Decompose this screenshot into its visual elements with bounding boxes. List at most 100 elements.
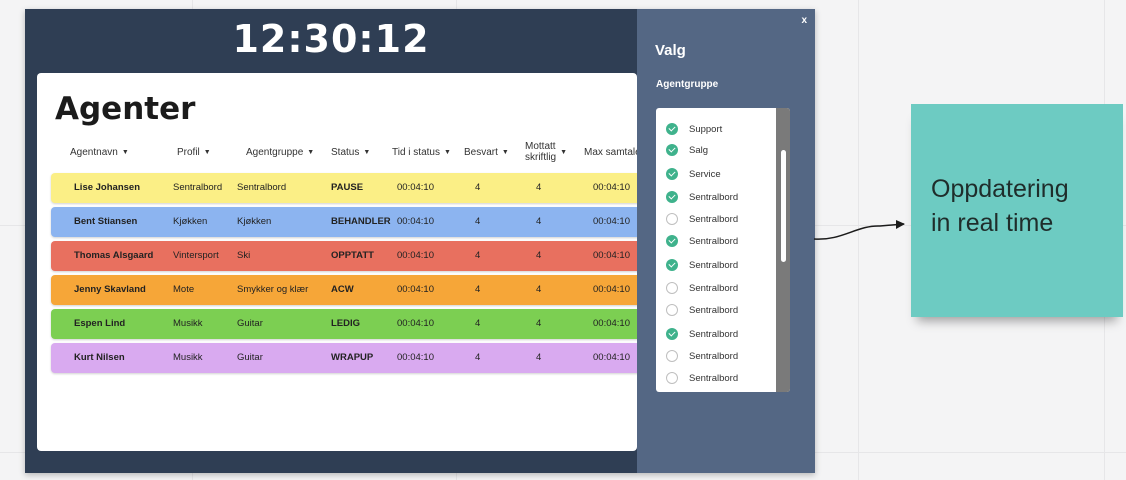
caret-down-icon[interactable]: ▼	[363, 149, 370, 156]
option-label: Sentralbord	[689, 191, 739, 203]
caret-down-icon[interactable]: ▼	[307, 149, 314, 156]
cell-profil: Sentralbord	[173, 182, 223, 193]
table-row[interactable]: Kurt Nilsen Musikk Guitar WRAPUP 00:04:10 4 4 0…	[51, 343, 637, 373]
cell-tid: 00:04:10	[397, 318, 434, 329]
column-header-label: Profil	[177, 146, 200, 158]
empty-circle-icon[interactable]	[666, 213, 678, 225]
agentgroup-option[interactable]: Sentralbord	[666, 211, 738, 227]
check-circle-icon[interactable]	[666, 144, 678, 156]
empty-circle-icon[interactable]	[666, 304, 678, 316]
cell-tid: 00:04:10	[397, 284, 434, 295]
option-label: Sentralbord	[689, 282, 739, 294]
agentgroup-option[interactable]: Sentralbord	[666, 348, 738, 364]
check-circle-icon[interactable]	[666, 328, 678, 340]
cell-status: BEHANDLER	[331, 216, 391, 227]
column-header[interactable]: Mottatt skriftlig ▼	[525, 135, 567, 169]
column-header-label: Status	[331, 146, 360, 158]
column-header[interactable]: Tid i status ▼	[392, 135, 451, 169]
cell-mottatt: 4	[536, 318, 542, 329]
agentgroup-option[interactable]: Sentralbord	[666, 370, 738, 386]
agentgroup-option[interactable]: Support	[666, 121, 722, 137]
table-row[interactable]: Espen Lind Musikk Guitar LEDIG 00:04:10 4 4 00:…	[51, 309, 637, 339]
option-label: Sentralbord	[689, 259, 739, 271]
cell-status: ACW	[331, 284, 354, 295]
cell-profil: Musikk	[173, 352, 203, 363]
cell-besvart: 4	[475, 216, 481, 227]
column-header[interactable]: Profil ▼	[177, 135, 211, 169]
caret-down-icon[interactable]: ▼	[204, 149, 211, 156]
agentgroup-option[interactable]: Sentralbord	[666, 257, 738, 273]
panel-title: Valg	[655, 42, 686, 59]
agentgroup-option[interactable]: Sentralbord	[666, 189, 738, 205]
cell-gruppe: Smykker og klær	[237, 284, 309, 295]
agentgroup-option[interactable]: Salg	[666, 142, 708, 158]
table-row[interactable]: Thomas Alsgaard Vintersport Ski OPPTATT 00:0…	[51, 241, 637, 271]
option-label: Sentralbord	[689, 213, 739, 225]
sticky-note[interactable]: Oppdatering in real time	[911, 104, 1123, 317]
cell-max: 00:04:10	[593, 352, 630, 363]
empty-circle-icon[interactable]	[666, 350, 678, 362]
cell-name: Bent Stiansen	[74, 216, 138, 227]
caret-down-icon[interactable]: ▼	[502, 149, 509, 156]
column-header-label: Agentgruppe	[246, 146, 304, 158]
options-panel: x Valg Agentgruppe Support Salg Service Sen…	[637, 9, 815, 473]
cell-besvart: 4	[475, 352, 481, 363]
scrollbar-thumb[interactable]	[781, 150, 786, 262]
option-label: Sentralbord	[689, 235, 739, 247]
agentgroup-option[interactable]: Sentralbord	[666, 326, 738, 342]
cell-mottatt: 4	[536, 284, 542, 295]
sticky-note-text: Oppdatering in real time	[931, 175, 1069, 237]
table-row[interactable]: Lise Johansen Sentralbord Sentralbord PAUSE…	[51, 173, 637, 203]
cell-name: Lise Johansen	[74, 182, 140, 193]
cell-tid: 00:04:10	[397, 250, 434, 261]
panel-subtitle: Agentgruppe	[656, 79, 719, 90]
table-row[interactable]: Bent Stiansen Kjøkken Kjøkken BEHANDLER 00:0…	[51, 207, 637, 237]
caret-down-icon[interactable]: ▼	[560, 149, 567, 156]
option-label: Service	[689, 168, 721, 180]
clock-display: 12:30:12	[232, 17, 430, 61]
cell-gruppe: Kjøkken	[237, 216, 272, 227]
column-header: Max samtaletid	[584, 135, 637, 169]
cell-gruppe: Ski	[237, 250, 251, 261]
caret-down-icon[interactable]: ▼	[122, 149, 129, 156]
column-header[interactable]: Status ▼	[331, 135, 370, 169]
check-circle-icon[interactable]	[666, 123, 678, 135]
option-label: Sentralbord	[689, 304, 739, 316]
cell-gruppe: Guitar	[237, 318, 263, 329]
cell-besvart: 4	[475, 182, 481, 193]
agentgroup-option[interactable]: Sentralbord	[666, 280, 738, 296]
check-circle-icon[interactable]	[666, 235, 678, 247]
cell-besvart: 4	[475, 318, 481, 329]
agentgroup-option[interactable]: Sentralbord	[666, 233, 738, 249]
column-header-label: Tid i status	[392, 146, 440, 158]
cell-name: Thomas Alsgaard	[74, 250, 154, 261]
agentgroup-option[interactable]: Sentralbord	[666, 302, 738, 318]
column-header[interactable]: Agentgruppe ▼	[246, 135, 314, 169]
cell-profil: Vintersport	[173, 250, 219, 261]
cell-profil: Mote	[173, 284, 195, 295]
cell-status: OPPTATT	[331, 250, 374, 261]
option-label: Salg	[689, 144, 709, 156]
column-header[interactable]: Besvart ▼	[464, 135, 509, 169]
empty-circle-icon[interactable]	[666, 282, 678, 294]
cell-mottatt: 4	[536, 216, 542, 227]
agentgroup-option[interactable]: Service	[666, 166, 721, 182]
cell-tid: 00:04:10	[397, 182, 434, 193]
caret-down-icon[interactable]: ▼	[444, 149, 451, 156]
close-icon[interactable]: x	[801, 15, 807, 26]
agentgroup-list[interactable]: Support Salg Service Sentralbord Sentralbord…	[656, 108, 790, 392]
check-circle-icon[interactable]	[666, 168, 678, 180]
table-row[interactable]: Jenny Skavland Mote Smykker og klær ACW 00:0…	[51, 275, 637, 305]
option-label: Support	[689, 123, 723, 135]
page-title: Agenter	[55, 91, 196, 127]
check-circle-icon[interactable]	[666, 259, 678, 271]
cell-status: WRAPUP	[331, 352, 374, 363]
cell-status: PAUSE	[331, 182, 364, 193]
empty-circle-icon[interactable]	[666, 372, 678, 384]
cell-name: Kurt Nilsen	[74, 352, 125, 363]
scrollbar-track[interactable]	[776, 108, 790, 392]
column-header[interactable]: Agentnavn ▼	[70, 135, 129, 169]
check-circle-icon[interactable]	[666, 191, 678, 203]
cell-besvart: 4	[475, 284, 481, 295]
cell-status: LEDIG	[331, 318, 361, 329]
